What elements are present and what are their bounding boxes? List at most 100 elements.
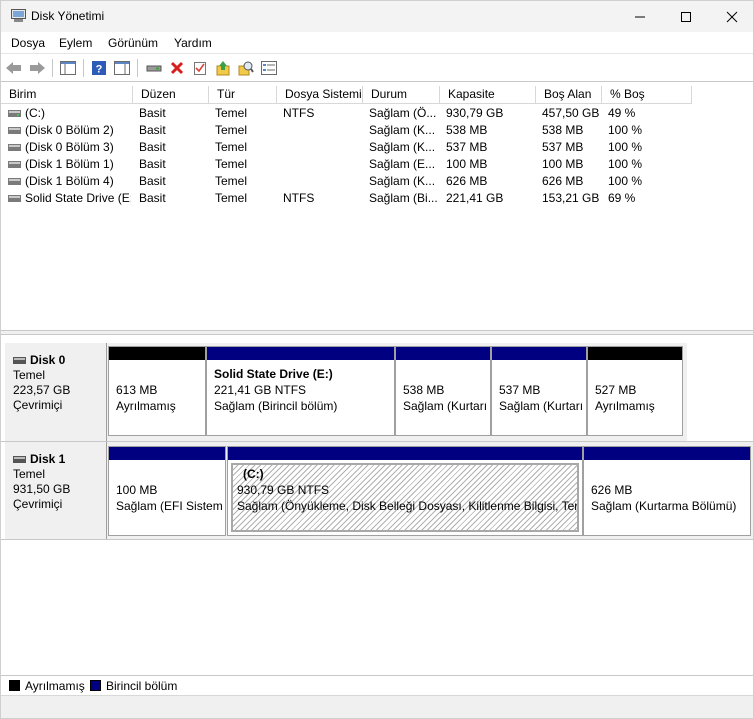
show-hide-action-pane-button[interactable]: [112, 58, 132, 78]
column-header-file-system[interactable]: Dosya Sistemi: [277, 86, 363, 104]
volume-row[interactable]: Solid State Drive (E:) Basit Temel NTFS …: [1, 190, 701, 207]
volume-capacity: 100 MB: [446, 157, 488, 171]
volume-status: Sağlam (K...: [369, 174, 436, 188]
column-header-percent-free[interactable]: % Boş: [602, 86, 692, 104]
partition-color-bar: [109, 447, 225, 460]
show-hide-console-tree-button[interactable]: [58, 58, 78, 78]
minimize-button[interactable]: [617, 1, 663, 32]
partition-status: Sağlam (EFI Sistem: [116, 499, 222, 513]
legend-swatch-primary: [90, 680, 101, 691]
disk-0-partition-recovery-538[interactable]: 538 MB Sağlam (Kurtarı: [395, 346, 491, 436]
partition-color-bar: [207, 347, 394, 360]
volume-row[interactable]: (Disk 1 Bölüm 1) Basit Temel Sağlam (E..…: [1, 156, 701, 173]
properties-list-icon: [261, 61, 277, 75]
volume-free-space: 457,50 GB: [542, 106, 600, 120]
volume-name: (C:): [25, 106, 45, 120]
back-button[interactable]: [4, 58, 24, 78]
delete-x-icon: [170, 61, 184, 75]
volume-percent-free: 100 %: [608, 140, 643, 154]
legend-label-primary: Birincil bölüm: [106, 679, 178, 693]
connect-virtual-disk-button[interactable]: [144, 58, 164, 78]
partition-body: 626 MB Sağlam (Kurtarma Bölümü): [587, 463, 747, 532]
column-header-volume[interactable]: Birim: [1, 86, 133, 104]
menu-file[interactable]: Dosya: [11, 36, 45, 50]
volume-layout: Basit: [139, 140, 166, 154]
window-title: Disk Yönetimi: [31, 9, 105, 23]
disk-0-partition-recovery-537[interactable]: 537 MB Sağlam (Kurtarı: [491, 346, 587, 436]
menu-view[interactable]: Görünüm: [108, 36, 158, 50]
volume-icon: [8, 110, 21, 117]
volume-icon: [8, 127, 21, 134]
properties-checklist-button[interactable]: [190, 58, 210, 78]
disk-0-info[interactable]: Disk 0 Temel 223,57 GB Çevrimiçi: [5, 343, 107, 441]
disk-0-title: Disk 0: [13, 353, 106, 368]
disk-0-name: Disk 0: [30, 353, 66, 367]
search-button[interactable]: [236, 58, 256, 78]
partition-body: Solid State Drive (E:) 221,41 GB NTFS Sa…: [210, 363, 391, 432]
maximize-button[interactable]: [663, 1, 709, 32]
disk-management-window: Disk Yönetimi Dosya Eylem Görünüm Yardım: [0, 0, 754, 719]
partition-title: (C:): [243, 467, 264, 481]
column-header-layout[interactable]: Düzen: [133, 86, 209, 104]
partition-color-bar: [584, 447, 750, 460]
forward-button[interactable]: [27, 58, 47, 78]
volume-layout: Basit: [139, 123, 166, 137]
volume-row[interactable]: (Disk 0 Bölüm 2) Basit Temel Sağlam (K..…: [1, 122, 701, 139]
partition-title: [499, 366, 583, 382]
partition-color-bar: [109, 347, 205, 360]
volume-status: Sağlam (K...: [369, 123, 436, 137]
volume-row[interactable]: (Disk 1 Bölüm 4) Basit Temel Sağlam (K..…: [1, 173, 701, 190]
svg-text:?: ?: [96, 64, 103, 76]
volume-row[interactable]: (C:) Basit Temel NTFS Sağlam (Ö... 930,7…: [1, 105, 701, 122]
delete-button[interactable]: [167, 58, 187, 78]
volume-row[interactable]: (Disk 0 Bölüm 3) Basit Temel Sağlam (K..…: [1, 139, 701, 156]
volume-status: Sağlam (Bi...: [369, 191, 438, 205]
volume-capacity: 626 MB: [446, 174, 488, 188]
volume-capacity: 930,79 GB: [446, 106, 504, 120]
menu-bar: Dosya Eylem Görünüm Yardım: [1, 32, 753, 54]
up-level-button[interactable]: [213, 58, 233, 78]
volume-status: Sağlam (E...: [369, 157, 436, 171]
partition-title: [595, 366, 679, 382]
volume-layout: Basit: [139, 106, 166, 120]
disk-0-partition-solid-state-drive[interactable]: Solid State Drive (E:) 221,41 GB NTFS Sa…: [206, 346, 395, 436]
menu-action[interactable]: Eylem: [59, 36, 92, 50]
disk-0-partition-unallocated-613[interactable]: 613 MB Ayrılmamış: [108, 346, 206, 436]
disk-1-partition-recovery-626[interactable]: 626 MB Sağlam (Kurtarma Bölümü): [583, 446, 751, 536]
forward-arrow-icon: [30, 62, 45, 74]
disk-0-partition-unallocated-527[interactable]: 527 MB Ayrılmamış: [587, 346, 683, 436]
column-header-status[interactable]: Durum: [363, 86, 440, 104]
partition-status: Sağlam (Kurtarı: [403, 399, 487, 413]
volume-name: (Disk 1 Bölüm 1): [25, 157, 114, 171]
disk-0-state: Çevrimiçi: [13, 398, 63, 412]
volume-type: Temel: [215, 123, 248, 137]
disk-1-state: Çevrimiçi: [13, 497, 63, 511]
magnifier-icon: [238, 61, 254, 76]
volume-layout: Basit: [139, 157, 166, 171]
status-bar: [1, 695, 753, 718]
column-header-free-space[interactable]: Boş Alan: [536, 86, 602, 104]
toolbar: ?: [1, 55, 753, 82]
menu-help[interactable]: Yardım: [174, 36, 212, 50]
volume-status: Sağlam (K...: [369, 140, 436, 154]
properties-button[interactable]: [259, 58, 279, 78]
disk-1-partition-c-drive[interactable]: (C:) 930,79 GB NTFS Sağlam (Önyükleme, D…: [227, 446, 583, 536]
volume-free-space: 626 MB: [542, 174, 584, 188]
partition-title: Solid State Drive (E:): [214, 367, 333, 381]
disk-icon: [13, 456, 26, 463]
column-header-type[interactable]: Tür: [209, 86, 277, 104]
help-button[interactable]: ?: [89, 58, 109, 78]
toolbar-separator: [137, 59, 138, 77]
volume-capacity: 221,41 GB: [446, 191, 504, 205]
column-header-capacity[interactable]: Kapasite: [440, 86, 536, 104]
partition-body: 538 MB Sağlam (Kurtarı: [399, 363, 487, 432]
disk-1-info[interactable]: Disk 1 Temel 931,50 GB Çevrimiçi: [5, 442, 107, 539]
close-button[interactable]: [709, 1, 754, 32]
volume-layout: Basit: [139, 174, 166, 188]
legend-label-unallocated: Ayrılmamış: [25, 679, 85, 693]
partition-status: Sağlam (Kurtarı: [499, 399, 583, 413]
console-tree-icon: [60, 61, 76, 75]
disk-1-partition-efi[interactable]: 100 MB Sağlam (EFI Sistem: [108, 446, 226, 536]
disk-0-type: Temel: [13, 368, 46, 382]
partition-status: Sağlam (Birincil bölüm): [214, 399, 338, 413]
